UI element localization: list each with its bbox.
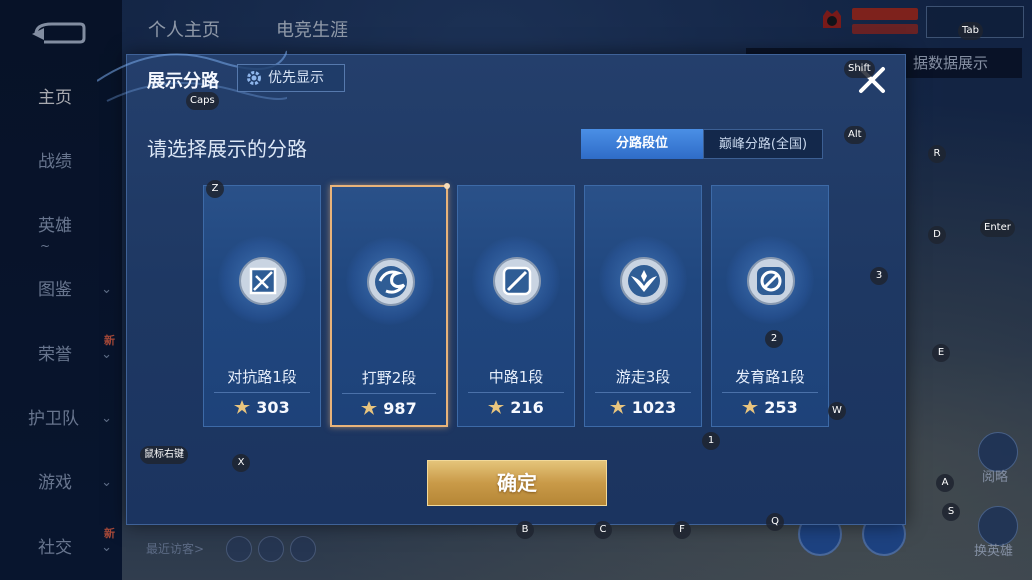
divider: [342, 393, 436, 394]
lane-card-mid[interactable]: 中路1段 216: [457, 185, 575, 427]
rank-score-icon: [488, 400, 505, 414]
select-lane-heading: 请选择展示的分路: [147, 137, 307, 161]
gear-icon: [247, 71, 261, 85]
rank-score-icon: [361, 401, 378, 415]
lane-score-value: 253: [764, 398, 798, 417]
lane-rank: 对抗路1段: [227, 368, 297, 386]
priority-display-label: 优先显示: [268, 70, 324, 86]
divider: [468, 392, 564, 393]
rank-score-icon: [609, 400, 626, 414]
key-hint-r: R: [928, 145, 946, 163]
slash-square-icon: [493, 257, 541, 305]
key-hint-caps: Caps: [186, 92, 219, 110]
divider: [722, 392, 818, 393]
selected-marker: [444, 183, 450, 189]
key-hint-f: F: [673, 521, 691, 539]
lane-score-value: 216: [510, 398, 544, 417]
lane-rank: 中路1段: [488, 368, 544, 386]
divider: [214, 392, 310, 393]
key-hint-q: Q: [766, 513, 784, 531]
lane-card-farm[interactable]: 发育路1段 253: [711, 185, 829, 427]
key-hint-z: Z: [206, 180, 224, 198]
key-hint-tab: Tab: [958, 22, 983, 40]
lane-score-value: 303: [256, 398, 290, 417]
lane-card-jungle[interactable]: 打野2段 987: [330, 183, 450, 427]
lane-score: 1023: [585, 398, 701, 417]
key-hint-2: 2: [765, 330, 783, 348]
key-hint-a: A: [936, 474, 954, 492]
key-hint-x: X: [232, 454, 250, 472]
key-hint-e: E: [932, 344, 950, 362]
lane-rank: 打野2段: [361, 369, 417, 387]
lane-card-roam[interactable]: 游走3段 1023: [584, 185, 702, 427]
lane-score: 253: [712, 398, 828, 417]
key-hint-s: S: [942, 503, 960, 521]
confirm-button[interactable]: 确定: [427, 460, 607, 506]
lane-score: 303: [204, 398, 320, 417]
divider: [595, 392, 691, 393]
modal-title: 展示分路: [147, 71, 219, 92]
key-hint-alt: Alt: [844, 126, 866, 144]
key-hint-3: 3: [870, 267, 888, 285]
key-hint-mouse-right: 鼠标右键: [140, 446, 188, 464]
priority-display-button[interactable]: 优先显示: [237, 64, 345, 92]
key-hint-shift: Shift: [844, 60, 875, 78]
key-hint-1: 1: [702, 432, 720, 450]
lane-card-top[interactable]: 对抗路1段 303: [203, 185, 321, 427]
lane-score-value: 987: [383, 399, 417, 418]
tab-lane-rank[interactable]: 分路段位: [581, 129, 703, 159]
shield-cross-icon: [239, 257, 287, 305]
key-hint-w: W: [828, 402, 846, 420]
key-hint-c: C: [594, 521, 612, 539]
lane-score: 216: [458, 398, 574, 417]
rank-score-icon: [742, 400, 759, 414]
lane-score: 987: [332, 399, 446, 418]
lane-rank: 发育路1段: [735, 368, 805, 386]
ring-arrow-icon: [747, 257, 795, 305]
key-hint-enter: Enter: [980, 219, 1015, 237]
wings-icon: [620, 257, 668, 305]
lane-score-value: 1023: [631, 398, 677, 417]
tab-peak-lane-national[interactable]: 巅峰分路(全国): [703, 129, 823, 159]
key-hint-d: D: [928, 226, 946, 244]
key-hint-b: B: [516, 521, 534, 539]
lane-rank: 游走3段: [615, 368, 671, 386]
dragon-swirl-icon: [367, 258, 415, 306]
rank-score-icon: [234, 400, 251, 414]
